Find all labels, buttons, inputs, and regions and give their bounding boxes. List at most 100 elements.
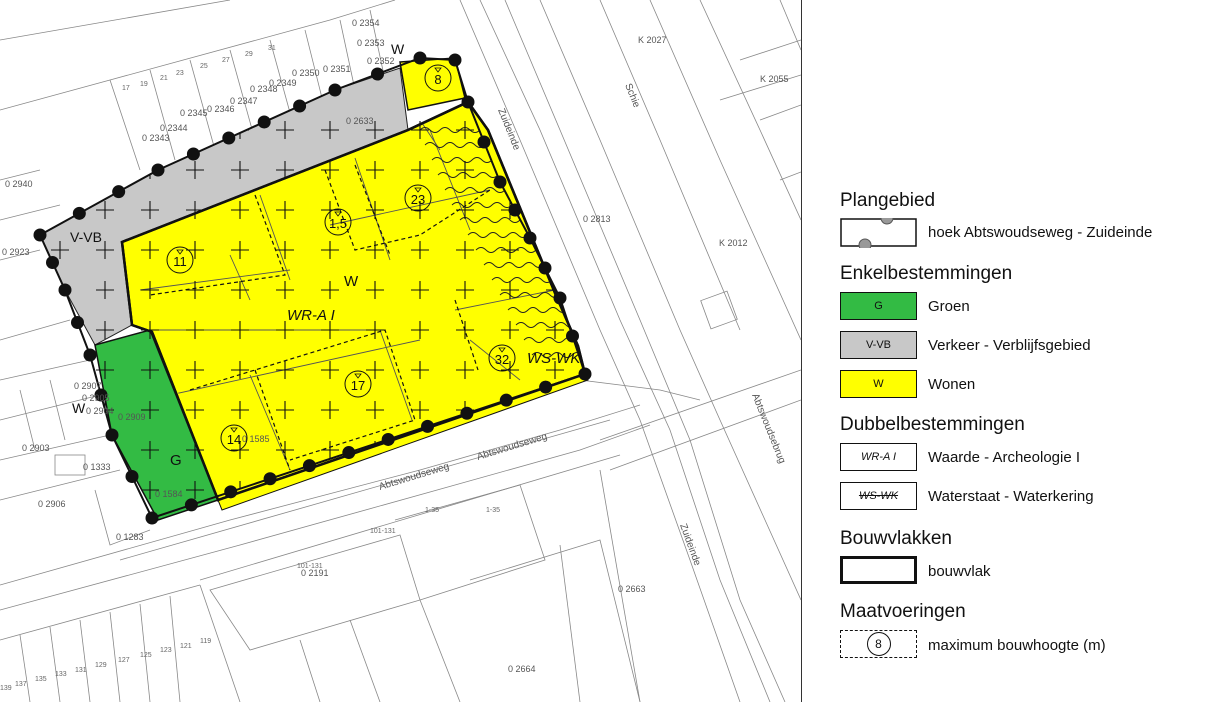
parcel-label: 0 2346 (207, 104, 235, 114)
legend-maatvoering-swatch: 8 (840, 630, 917, 658)
house-number: 101-131 (297, 563, 323, 570)
legend-bouwvlak-label: bouwvlak (928, 563, 991, 580)
zoning-map: 0 23540 23530 23520 23510 23500 23490 23… (0, 0, 801, 702)
street-abtswoudseweg-1: Abtswoudseweg (378, 461, 451, 493)
legend-groen-label: Groen (928, 298, 970, 315)
parcel-label: 0 2906 (38, 499, 66, 509)
label-ws-wk: WS-WK (527, 350, 581, 367)
house-number: 125 (140, 652, 152, 659)
house-number: 17 (122, 85, 130, 92)
boundary-dot (125, 470, 139, 483)
archeology-cross (546, 401, 564, 419)
legend-waterkering-swatch: WS-WK (840, 482, 917, 510)
boundary-dot (302, 459, 316, 473)
parcel-label: 0 2352 (367, 56, 395, 66)
height-value: 17 (351, 378, 365, 393)
house-number: 131 (75, 667, 87, 674)
boundary-dot (151, 163, 165, 177)
legend-plangebied-symbol (840, 218, 917, 248)
legend-dubbel-title: Dubbelbestemmingen (840, 414, 1025, 435)
archeology-cross (96, 161, 114, 179)
house-number: 137 (15, 681, 27, 688)
parcel-label: 0 2813 (583, 214, 611, 224)
street-zuideinde-2: Zuideinde (677, 522, 703, 567)
legend-height-marker: 8 (866, 632, 891, 656)
parcel-label: K 2012 (719, 238, 748, 248)
parcel-label: 0 2344 (160, 123, 188, 133)
house-number: 25 (200, 63, 208, 70)
archeology-cross (321, 481, 339, 499)
parcel-label: 0 1584 (155, 489, 183, 499)
house-number: 123 (160, 647, 172, 654)
boundary-dot (499, 393, 513, 407)
archeology-cross (51, 321, 69, 339)
parcel-label: 0 2663 (618, 584, 646, 594)
boundary-dot (539, 380, 553, 394)
archeology-cross (546, 161, 564, 179)
archeology-cross (96, 441, 114, 459)
legend-maatvoeringen-title: Maatvoeringen (840, 601, 966, 622)
legend-plangebied-label: hoek Abtswoudseweg - Zuideinde (928, 224, 1153, 241)
archeology-cross (546, 441, 564, 459)
street-zuideinde-1: Zuideinde (495, 107, 522, 152)
parcel-label: 0 2940 (5, 179, 33, 189)
boundary-dot (46, 256, 59, 269)
archeology-cross (51, 201, 69, 219)
house-number: 1-35 (425, 507, 439, 514)
boundary-dot (145, 511, 159, 525)
boundary-dot (342, 446, 356, 460)
archeology-cross (546, 481, 564, 499)
label-w-left: W (72, 400, 86, 416)
legend-enkel-title: Enkelbestemmingen (840, 263, 1013, 284)
parcel-label: K 2055 (760, 74, 789, 84)
legend-bouwvlakken-title: Bouwvlakken (840, 528, 952, 549)
label-wr-a: WR-A I (287, 307, 335, 324)
house-number: 139 (0, 685, 12, 692)
boundary-dot (224, 485, 238, 499)
boundary-dot (58, 283, 72, 297)
parcel-label: 0 2354 (352, 18, 380, 28)
parcel-label: 0 2350 (292, 68, 320, 78)
parcel-label: 0 2353 (357, 38, 385, 48)
archeology-cross (411, 441, 429, 459)
house-number: 27 (222, 57, 230, 64)
boundary-dot (293, 99, 307, 113)
house-number: 1-35 (486, 507, 500, 514)
legend-bouwvlak-swatch (840, 556, 917, 584)
legend-panel: Plangebied hoek Abtswoudseweg - Zuideind… (802, 0, 1209, 702)
parcel-label: 0 1333 (83, 462, 111, 472)
parcel-label: 0 2905 (82, 393, 110, 403)
height-value: 8 (434, 72, 441, 87)
archeology-cross (186, 121, 204, 139)
parcel-label: 0 2351 (323, 64, 351, 74)
house-number: 31 (268, 45, 276, 52)
boundary-dot (184, 498, 198, 512)
boundary-dot (371, 67, 384, 81)
legend-plangebied-title: Plangebied (840, 190, 936, 211)
parcel-label: 0 2903 (22, 443, 50, 453)
boundary-dot (578, 367, 592, 381)
house-number: 29 (245, 51, 253, 58)
boundary-dot (83, 348, 97, 362)
parcel-label: 0 1283 (116, 532, 144, 542)
boundary-dot (105, 428, 119, 442)
house-number: 119 (200, 638, 211, 645)
house-number: 19 (140, 81, 148, 88)
legend-wonen-swatch: W (840, 370, 917, 398)
boundary-dot (71, 316, 84, 329)
archeology-cross (96, 121, 114, 139)
parcel-label: K 2027 (638, 35, 667, 45)
legend-verkeer-swatch: V-VB (840, 331, 917, 359)
parcel-label: 0 2664 (508, 664, 536, 674)
height-value: 32 (495, 352, 509, 367)
boundary-dot (381, 432, 395, 446)
street-abtswoudsebrug: Abtswoudsebrug (749, 392, 787, 465)
archeology-cross (51, 161, 69, 179)
boundary-dot (508, 203, 522, 217)
parcel-label: 0 2907 (74, 381, 102, 391)
house-number: 127 (118, 657, 130, 664)
parcel-label: 0 2633 (346, 116, 374, 126)
legend-archeologie-label: Waarde - Archeologie I (928, 449, 1081, 466)
archeology-cross (51, 121, 69, 139)
house-number: 135 (35, 676, 47, 683)
